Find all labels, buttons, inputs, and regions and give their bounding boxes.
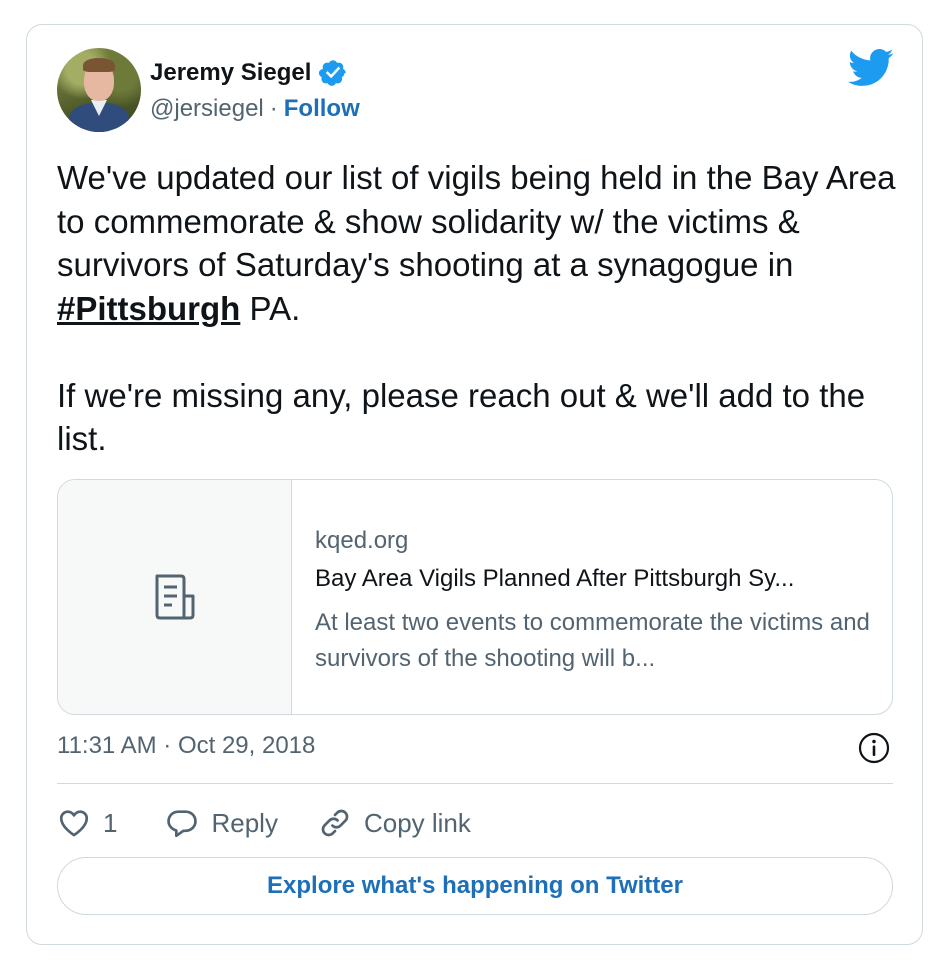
divider	[57, 783, 893, 784]
link-domain: kqed.org	[315, 527, 409, 554]
verified-badge-icon	[319, 60, 347, 86]
tweet-text: We've updated our list of vigils being h…	[57, 156, 897, 461]
reply-icon	[167, 810, 198, 838]
tweet-text-part1: We've updated our list of vigils being h…	[57, 159, 905, 283]
like-button[interactable]: 1	[57, 806, 117, 840]
hashtag-link[interactable]: #Pittsburgh	[57, 290, 240, 327]
author-name-row: Jeremy Siegel	[150, 58, 348, 88]
timestamp[interactable]: 11:31 AM · Oct 29, 2018	[57, 732, 315, 760]
author-handle[interactable]: @jersiegel	[150, 95, 264, 123]
info-icon[interactable]	[858, 732, 890, 764]
link-title: Bay Area Vigils Planned After Pittsburgh…	[315, 565, 795, 592]
copy-link-button[interactable]: Copy link	[318, 806, 471, 840]
link-thumbnail	[58, 480, 292, 714]
link-preview-card[interactable]: kqed.org Bay Area Vigils Planned After P…	[57, 479, 893, 715]
reply-label: Reply	[211, 807, 278, 838]
follow-button[interactable]: Follow	[284, 95, 360, 123]
handle-row: @jersiegel · Follow	[150, 95, 360, 123]
action-bar: 1 Reply Copy link	[57, 803, 471, 843]
link-icon	[321, 809, 349, 837]
document-icon	[155, 574, 194, 620]
explore-button[interactable]: Explore what's happening on Twitter	[57, 857, 893, 915]
author-name[interactable]: Jeremy Siegel	[150, 59, 311, 87]
like-count: 1	[103, 807, 118, 838]
timestamp-row: 11:31 AM · Oct 29, 2018	[57, 732, 893, 764]
avatar[interactable]	[57, 48, 141, 132]
reply-button[interactable]: Reply	[165, 806, 278, 840]
link-body: kqed.org Bay Area Vigils Planned After P…	[292, 480, 875, 714]
handle-separator: ·	[269, 95, 278, 122]
copy-link-label: Copy link	[363, 807, 471, 838]
link-description: At least two events to commemorate the v…	[315, 609, 870, 672]
twitter-bird-icon[interactable]	[848, 48, 894, 88]
heart-icon	[59, 810, 89, 837]
